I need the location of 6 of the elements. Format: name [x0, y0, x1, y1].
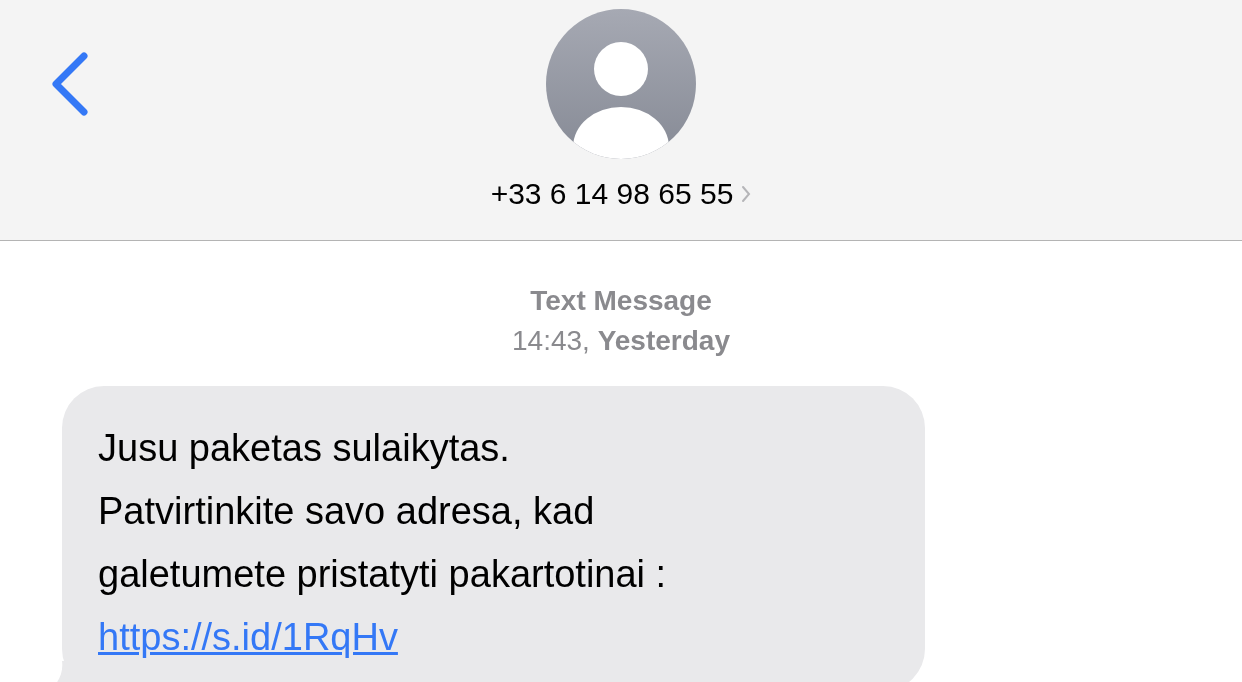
avatar-icon: [546, 9, 696, 159]
chevron-right-icon: [741, 184, 752, 203]
service-label: Text Message: [530, 284, 712, 318]
contact-button[interactable]: +33 6 14 98 65 55: [490, 171, 752, 216]
message-text: Jusu paketas sulaikytas. Patvirtinkite savo adresa, kad galetumete pristatyti pakartotinai : https://s.id/1RqHv: [98, 426, 668, 660]
timestamp: 14:43, Yesterday: [512, 324, 730, 358]
